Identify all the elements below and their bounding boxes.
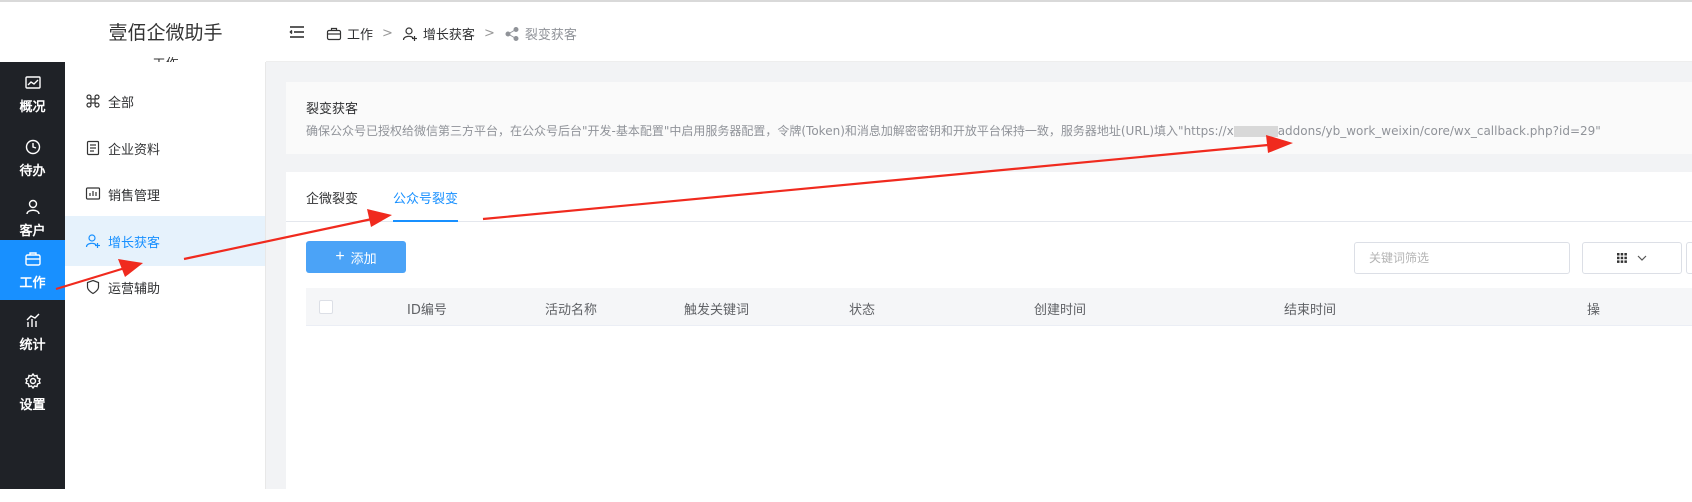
add-button[interactable]: + 添加: [306, 241, 406, 273]
tab-wecom-fission[interactable]: 企微裂变: [306, 188, 358, 222]
user-growth-icon: [85, 234, 100, 248]
plus-icon: +: [335, 248, 345, 265]
sales-chart-icon: [85, 187, 101, 200]
clock-icon: [25, 139, 40, 154]
grid-icon: [1617, 253, 1627, 263]
rail-label: 客户: [19, 223, 46, 239]
column-header-activity-name: 活动名称: [545, 303, 598, 318]
command-icon: [86, 94, 100, 108]
breadcrumb-item-fission: 裂变获客: [504, 24, 577, 43]
main-nav-rail: 概况 待办 客户 工作 统计 设置: [0, 62, 65, 489]
rail-label: 待办: [19, 163, 46, 179]
submenu-item-company-info[interactable]: 企业资料: [65, 123, 265, 173]
user-growth-icon: [402, 26, 417, 41]
chart-icon: [24, 75, 41, 89]
rail-item-stats[interactable]: 统计: [0, 300, 65, 364]
breadcrumb-item-work[interactable]: 工作: [326, 24, 373, 43]
rail-item-settings[interactable]: 设置: [0, 360, 65, 424]
briefcase-icon: [24, 251, 41, 266]
notice-text-suffix: addons/yb_work_weixin/core/wx_callback.p…: [1277, 124, 1601, 138]
notice-title: 裂变获客: [306, 102, 359, 117]
breadcrumb-label: 增长获客: [422, 28, 475, 43]
column-header-id: ID编号: [407, 303, 447, 318]
select-all-checkbox[interactable]: [319, 300, 333, 314]
submenu-label: 增长获客: [108, 235, 161, 251]
column-header-status: 状态: [849, 303, 876, 318]
breadcrumb: 工作 > 增长获客 > 裂变获客: [326, 24, 577, 43]
stats-icon: [26, 313, 39, 327]
notice-text: 确保公众号已授权给微信第三方平台，在公众号后台"开发-基本配置"中启用服务器配置…: [306, 122, 1601, 139]
add-button-label: 添加: [350, 250, 377, 266]
submenu-label: 全部: [108, 95, 135, 111]
submenu-item-operations[interactable]: 运营辅助: [65, 262, 265, 312]
chevron-down-icon: [1637, 255, 1647, 261]
notice-text-prefix: 确保公众号已授权给微信第三方平台，在公众号后台"开发-基本配置"中启用服务器配置…: [306, 124, 1234, 138]
gear-icon: [24, 372, 41, 389]
tab-official-account-fission[interactable]: 公众号裂变: [393, 188, 459, 222]
notice-card: 裂变获客 确保公众号已授权给微信第三方平台，在公众号后台"开发-基本配置"中启用…: [286, 82, 1692, 154]
rail-label: 概况: [19, 99, 46, 115]
rail-label: 工作: [19, 275, 46, 291]
document-icon: [86, 140, 100, 156]
column-header-keyword: 触发关键词: [684, 303, 750, 318]
submenu-item-growth[interactable]: 增长获客: [65, 216, 265, 266]
breadcrumb-separator: >: [483, 26, 495, 41]
rail-item-work[interactable]: 工作: [0, 240, 65, 300]
user-icon: [25, 199, 40, 214]
breadcrumb-label: 工作: [347, 28, 374, 43]
column-header-end-time: 结束时间: [1284, 303, 1337, 318]
submenu-item-all[interactable]: 全部: [65, 76, 265, 126]
rail-item-overview[interactable]: 概况: [0, 62, 65, 126]
redacted-domain: [1233, 126, 1278, 137]
menu-toggle-icon[interactable]: [288, 23, 306, 41]
rail-label: 设置: [19, 397, 46, 413]
breadcrumb-separator: >: [382, 26, 393, 41]
rail-item-todo[interactable]: 待办: [0, 126, 65, 190]
table-header: ID编号 活动名称 触发关键词 状态 创建时间 结束时间 操: [306, 288, 1692, 326]
submenu-item-sales[interactable]: 销售管理: [65, 169, 265, 219]
rail-label: 统计: [19, 337, 46, 353]
briefcase-icon: [326, 27, 342, 40]
submenu-label: 企业资料: [108, 142, 161, 158]
top-header: 工作 > 增长获客 > 裂变获客: [266, 2, 1692, 62]
submenu-label: 运营辅助: [108, 281, 161, 297]
main-content: 裂变获客 确保公众号已授权给微信第三方平台，在公众号后台"开发-基本配置"中启用…: [266, 62, 1692, 502]
breadcrumb-label: 裂变获客: [524, 28, 577, 43]
more-button[interactable]: 可: [1686, 242, 1692, 274]
tab-bar: 企微裂变 公众号裂变: [286, 172, 1692, 222]
content-panel: 企微裂变 公众号裂变 + 添加 可 ID编号 活动名称 触发关键词 状态 创建时…: [286, 172, 1692, 502]
share-icon: [505, 26, 519, 41]
brand-title: 壹佰企微助手: [108, 22, 223, 44]
column-header-actions: 操: [1587, 303, 1601, 318]
brand: 壹佰企微助手 工作: [65, 0, 266, 72]
breadcrumb-item-growth[interactable]: 增长获客: [402, 24, 475, 43]
column-header-created-time: 创建时间: [1034, 303, 1087, 318]
column-view-dropdown[interactable]: [1582, 242, 1682, 274]
shield-icon: [86, 279, 100, 295]
keyword-search-input[interactable]: [1354, 242, 1570, 274]
submenu-label: 销售管理: [108, 188, 161, 204]
sub-menu: 全部 企业资料 销售管理 增长获客 运营辅助: [65, 62, 266, 489]
